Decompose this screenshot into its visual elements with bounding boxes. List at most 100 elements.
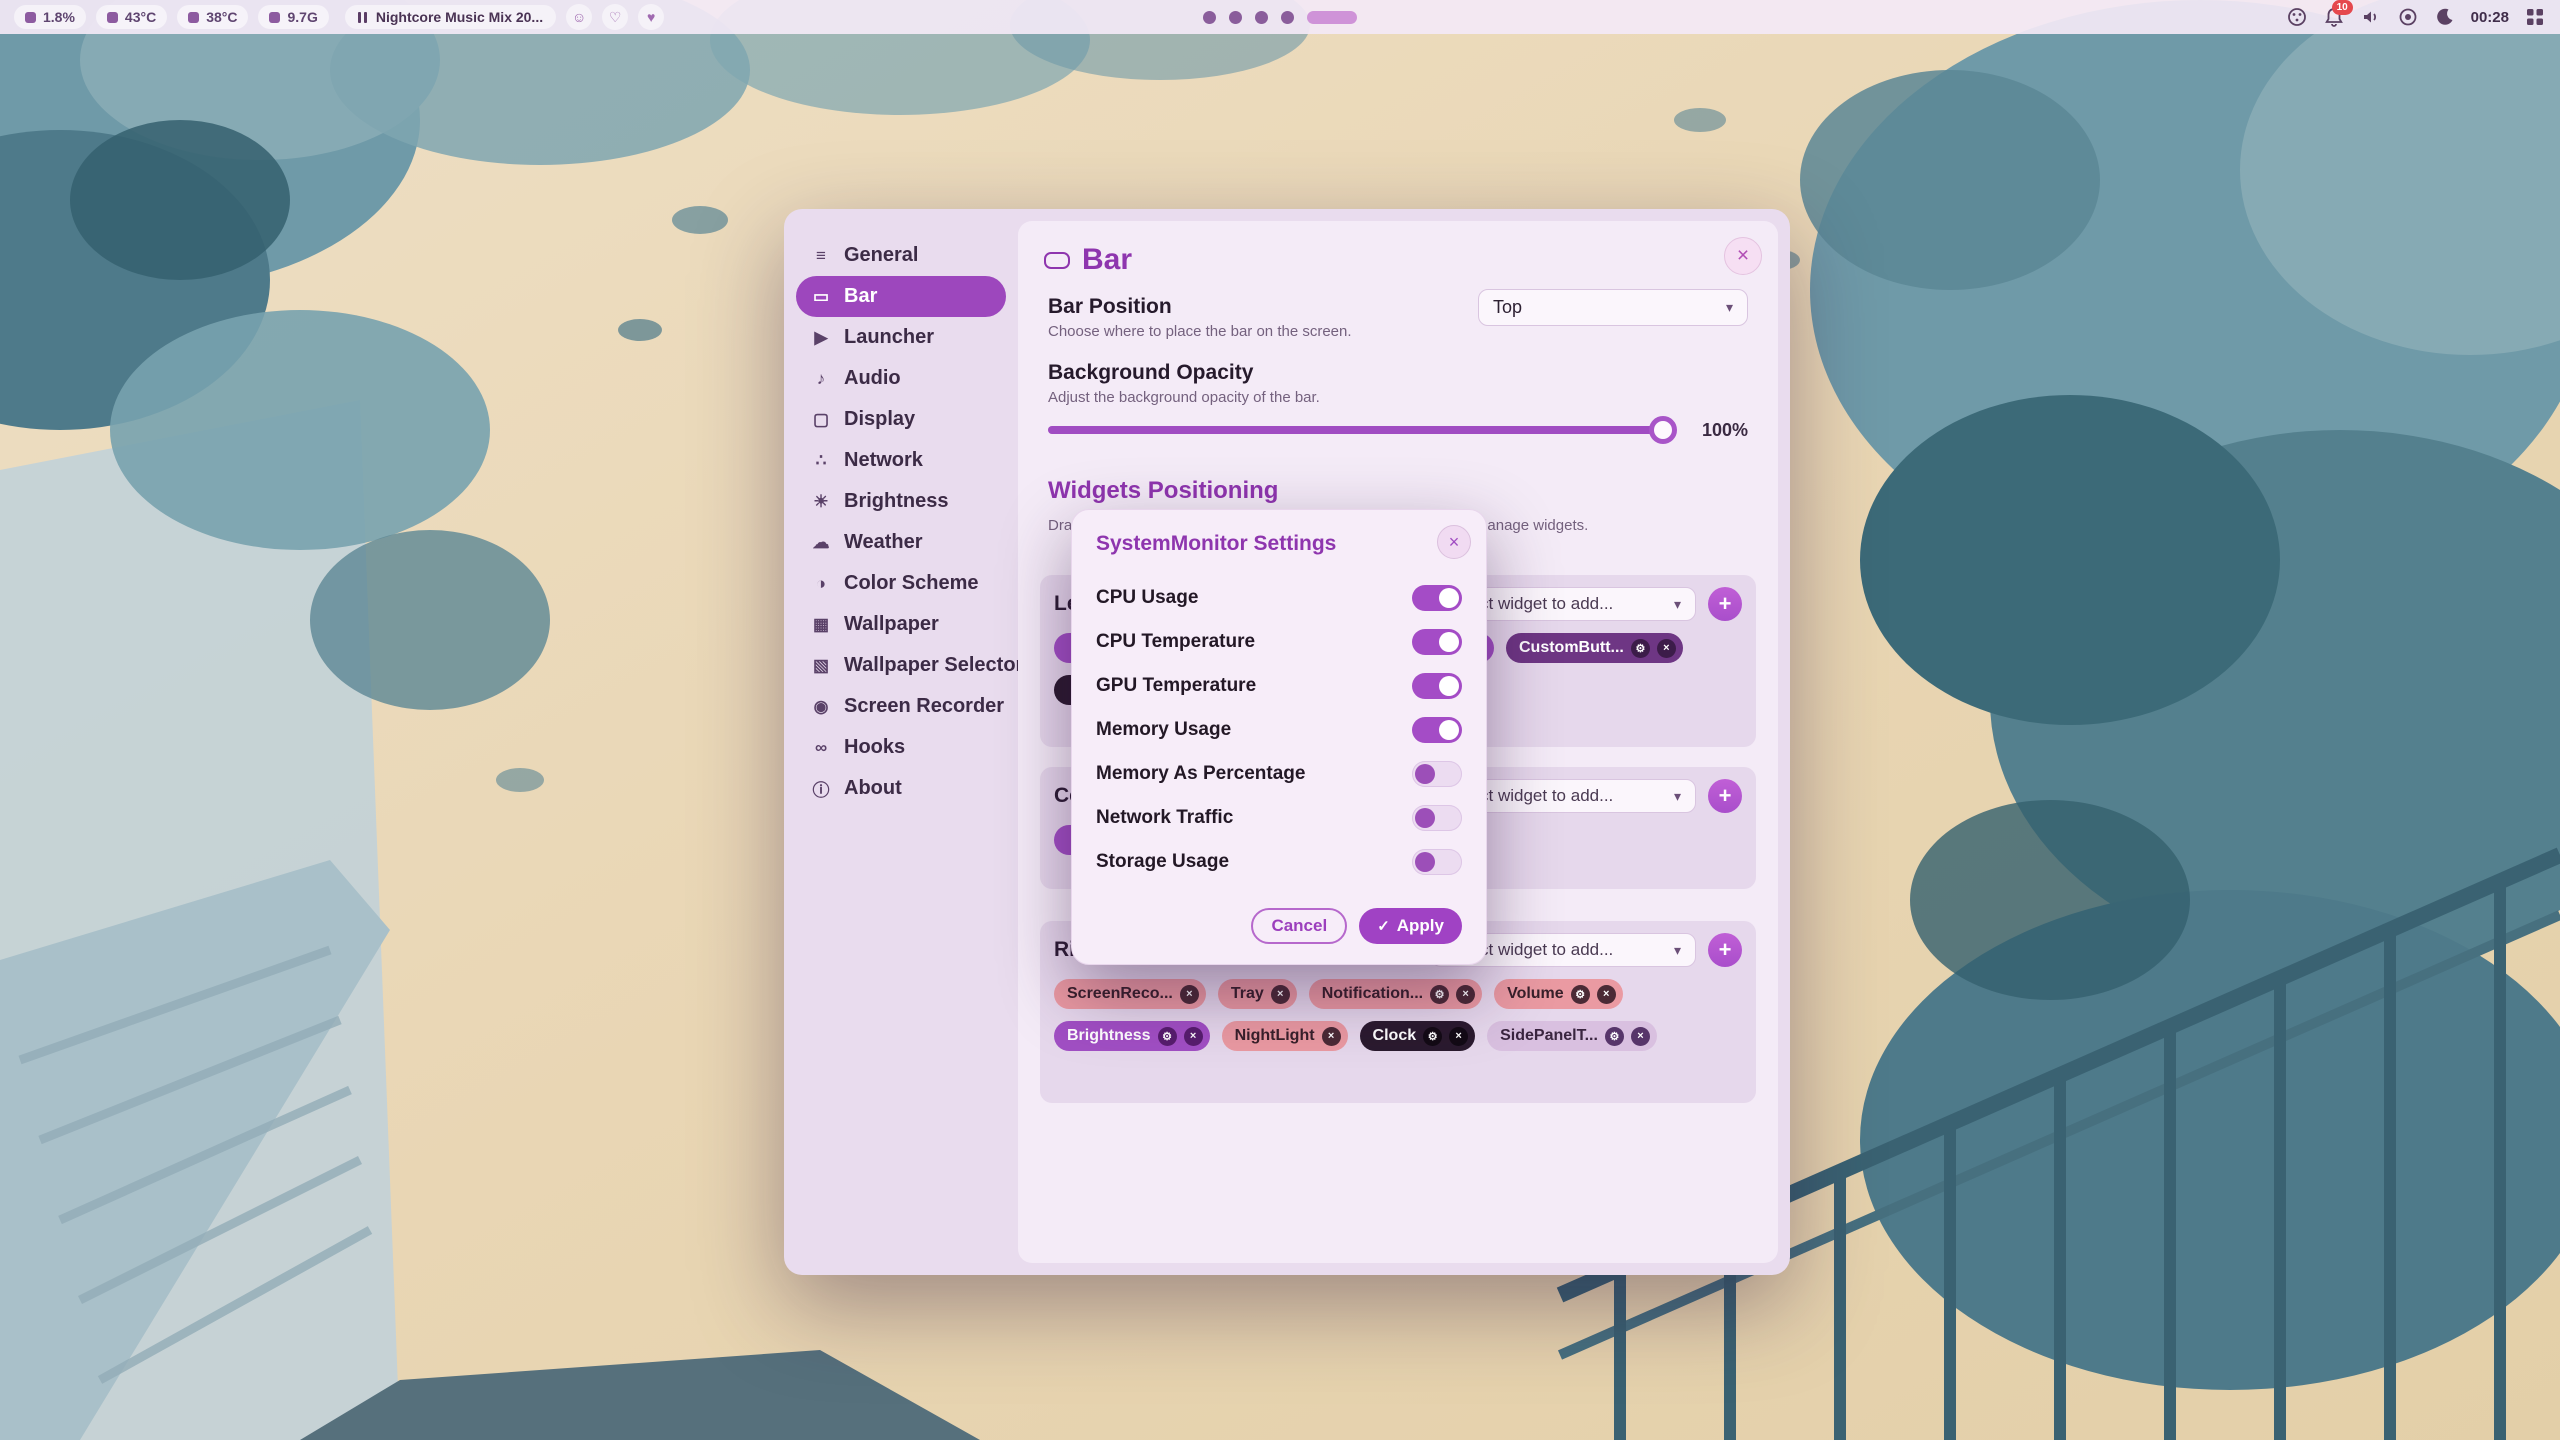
- bar-icon: ▭: [808, 287, 834, 307]
- check-icon: ✓: [1377, 917, 1390, 935]
- sidebar-item-screen-recorder[interactable]: ◉ Screen Recorder: [796, 686, 1006, 727]
- widget-chip-tray[interactable]: Tray ×: [1218, 979, 1297, 1009]
- memory-value: 9.7G: [287, 9, 317, 25]
- about-icon: ⓘ: [808, 776, 834, 801]
- workspace-dot-1[interactable]: [1203, 11, 1216, 24]
- gear-icon[interactable]: ⚙: [1430, 985, 1449, 1004]
- sidebar-item-audio[interactable]: ♪ Audio: [796, 358, 1006, 399]
- sidebar-item-display[interactable]: ▢ Display: [796, 399, 1006, 440]
- clock-widget[interactable]: 00:28: [2471, 9, 2509, 26]
- notifications-bell-icon[interactable]: 10: [2323, 6, 2345, 28]
- sidebar-item-wallpaper[interactable]: ▦ Wallpaper: [796, 604, 1006, 645]
- opacity-slider-handle[interactable]: [1649, 416, 1677, 444]
- widget-chip-custombutton[interactable]: CustomButt... ⚙ ×: [1506, 633, 1683, 663]
- remove-icon[interactable]: ×: [1180, 985, 1199, 1004]
- sidebar-item-general[interactable]: ≡ General: [796, 235, 1006, 276]
- sidebar-item-brightness[interactable]: ☀ Brightness: [796, 481, 1006, 522]
- sidebar-item-hooks[interactable]: ∞ Hooks: [796, 727, 1006, 768]
- gpu-temperature-toggle[interactable]: [1412, 673, 1462, 699]
- toggle-knob: [1439, 632, 1459, 652]
- gear-icon[interactable]: ⚙: [1571, 985, 1590, 1004]
- add-widget-button-right[interactable]: +: [1708, 933, 1742, 967]
- bar-position-select[interactable]: Top ▾: [1478, 289, 1748, 326]
- opacity-slider-fill: [1048, 426, 1662, 434]
- wallpaper-selector-icon: ▧: [808, 656, 834, 676]
- toggle-knob: [1439, 676, 1459, 696]
- toggle-knob: [1439, 588, 1459, 608]
- widget-chip-volume[interactable]: Volume ⚙ ×: [1494, 979, 1623, 1009]
- gpu-temp-chip[interactable]: 38°C: [177, 5, 248, 29]
- gear-icon[interactable]: ⚙: [1423, 1027, 1442, 1046]
- app-grid-icon[interactable]: [2524, 6, 2546, 28]
- emoji-icon[interactable]: ☺: [566, 4, 592, 30]
- cpu-temperature-toggle[interactable]: [1412, 629, 1462, 655]
- systemmonitor-settings-dialog: SystemMonitor Settings × CPU Usage CPU T…: [1071, 509, 1487, 965]
- workspace-dot-4[interactable]: [1281, 11, 1294, 24]
- color-picker-icon[interactable]: [2286, 6, 2308, 28]
- remove-icon[interactable]: ×: [1456, 985, 1475, 1004]
- widget-chip-notification[interactable]: Notification... ⚙ ×: [1309, 979, 1482, 1009]
- desktop: 1.8% 43°C 38°C 9.7G Nightcore Music Mix …: [0, 0, 2560, 1440]
- toggle-knob: [1439, 720, 1459, 740]
- screen-record-icon[interactable]: [2397, 6, 2419, 28]
- workspace-active-pill[interactable]: [1307, 11, 1357, 24]
- remove-icon[interactable]: ×: [1657, 639, 1676, 658]
- dialog-close-button[interactable]: ×: [1437, 525, 1471, 559]
- widget-chip-brightness[interactable]: Brightness ⚙ ×: [1054, 1021, 1210, 1051]
- memory-as-percentage-toggle[interactable]: [1412, 761, 1462, 787]
- remove-icon[interactable]: ×: [1322, 1027, 1341, 1046]
- widget-chip-screenrecorder[interactable]: ScreenReco... ×: [1054, 979, 1206, 1009]
- cpu-usage-chip[interactable]: 1.8%: [14, 5, 86, 29]
- sidebar-item-launcher[interactable]: ▶ Launcher: [796, 317, 1006, 358]
- remove-icon[interactable]: ×: [1597, 985, 1616, 1004]
- sidebar-item-about[interactable]: ⓘ About: [796, 768, 1006, 809]
- opacity-value: 100%: [1690, 420, 1748, 441]
- brightness-icon: ☀: [808, 492, 834, 512]
- hooks-icon: ∞: [808, 738, 834, 758]
- add-widget-button-center[interactable]: +: [1708, 779, 1742, 813]
- storage-usage-toggle[interactable]: [1412, 849, 1462, 875]
- remove-icon[interactable]: ×: [1449, 1027, 1468, 1046]
- remove-icon[interactable]: ×: [1631, 1027, 1650, 1046]
- memory-usage-toggle[interactable]: [1412, 717, 1462, 743]
- add-widget-button-left[interactable]: +: [1708, 587, 1742, 621]
- sidebar-item-network[interactable]: ∴ Network: [796, 440, 1006, 481]
- sidebar-item-color-scheme[interactable]: ◑ Color Scheme: [796, 563, 1006, 604]
- widget-chip-sidepanel[interactable]: SidePanelT... ⚙ ×: [1487, 1021, 1657, 1051]
- opacity-slider[interactable]: [1048, 426, 1674, 434]
- gear-icon[interactable]: ⚙: [1158, 1027, 1177, 1046]
- toggle-row-network-traffic: Network Traffic: [1096, 796, 1462, 840]
- toggle-row-gpu-temperature: GPU Temperature: [1096, 664, 1462, 708]
- tune-icon: ≡: [808, 246, 834, 266]
- cancel-button[interactable]: Cancel: [1251, 908, 1347, 944]
- gear-icon[interactable]: ⚙: [1631, 639, 1650, 658]
- bar-position-description: Choose where to place the bar on the scr…: [1048, 323, 1352, 340]
- window-close-button[interactable]: ×: [1724, 237, 1762, 275]
- apply-button[interactable]: ✓ Apply: [1359, 908, 1462, 944]
- sidebar-item-wallpaper-selector[interactable]: ▧ Wallpaper Selector: [796, 645, 1006, 686]
- widget-chip-clock[interactable]: Clock ⚙ ×: [1360, 1021, 1476, 1051]
- workspace-dot-2[interactable]: [1229, 11, 1242, 24]
- cpu-usage-toggle[interactable]: [1412, 585, 1462, 611]
- dialog-title: SystemMonitor Settings: [1096, 532, 1462, 556]
- toggle-knob: [1415, 808, 1435, 828]
- network-traffic-toggle[interactable]: [1412, 805, 1462, 831]
- sidebar-item-weather[interactable]: ☁ Weather: [796, 522, 1006, 563]
- media-player-widget[interactable]: Nightcore Music Mix 20...: [345, 5, 556, 29]
- memory-chip[interactable]: 9.7G: [258, 5, 328, 29]
- sidebar-item-bar[interactable]: ▭ Bar: [796, 276, 1006, 317]
- widget-chip-nightlight[interactable]: NightLight ×: [1222, 1021, 1348, 1051]
- volume-icon[interactable]: [2360, 6, 2382, 28]
- heart-icon[interactable]: ♥: [638, 4, 664, 30]
- night-light-moon-icon[interactable]: [2434, 6, 2456, 28]
- toggle-row-memory-usage: Memory Usage: [1096, 708, 1462, 752]
- remove-icon[interactable]: ×: [1271, 985, 1290, 1004]
- remove-icon[interactable]: ×: [1184, 1027, 1203, 1046]
- display-icon: ▢: [808, 410, 834, 430]
- workspace-dot-3[interactable]: [1255, 11, 1268, 24]
- heart-outline-icon[interactable]: ♡: [602, 4, 628, 30]
- cpu-temp-chip[interactable]: 43°C: [96, 5, 167, 29]
- gear-icon[interactable]: ⚙: [1605, 1027, 1624, 1046]
- chevron-down-icon: ▾: [1674, 942, 1681, 959]
- chevron-down-icon: ▾: [1674, 596, 1681, 613]
